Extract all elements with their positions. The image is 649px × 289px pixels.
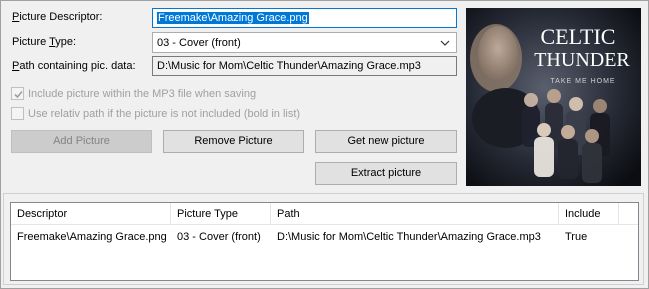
checkmark-icon bbox=[14, 90, 23, 99]
row-include: True bbox=[565, 231, 588, 243]
row-descriptor: Freemake\Amazing Grace.png bbox=[17, 231, 167, 243]
checkbox-relative-box bbox=[11, 107, 24, 120]
column-header-include[interactable]: Include bbox=[559, 203, 619, 225]
relative-path-checkbox[interactable]: Use relativ path if the picture is not i… bbox=[11, 107, 300, 121]
picture-type-label: Picture Type: bbox=[12, 36, 77, 48]
cover-subtitle: TAKE ME HOME bbox=[550, 78, 615, 85]
extract-picture-button[interactable]: Extract picture bbox=[315, 162, 457, 185]
path-label: Path containing pic. data: bbox=[12, 60, 136, 72]
list-row[interactable]: Freemake\Amazing Grace.png 03 - Cover (f… bbox=[11, 229, 638, 246]
row-picture-type: 03 - Cover (front) bbox=[177, 231, 261, 243]
include-in-mp3-label: Include picture within the MP3 file when… bbox=[28, 88, 257, 100]
add-picture-button[interactable]: Add Picture bbox=[11, 130, 152, 153]
relative-path-label: Use relativ path if the picture is not i… bbox=[28, 108, 301, 120]
chevron-down-icon bbox=[440, 40, 450, 46]
cover-art-image: CELTIC THUNDER TAKE ME HOME bbox=[466, 8, 641, 186]
remove-picture-button[interactable]: Remove Picture bbox=[163, 130, 304, 153]
picture-descriptor-input[interactable]: Freemake\Amazing Grace.png bbox=[152, 8, 457, 28]
picture-list[interactable]: Descriptor Picture Type Path Include Fre… bbox=[10, 202, 639, 281]
picture-type-value: 03 - Cover (front) bbox=[157, 37, 241, 49]
picture-descriptor-label: Picture Descriptor: bbox=[12, 11, 103, 23]
include-in-mp3-checkbox[interactable]: Include picture within the MP3 file when… bbox=[11, 87, 256, 101]
list-header: Descriptor Picture Type Path Include bbox=[11, 203, 638, 225]
path-field[interactable]: D:\Music for Mom\Celtic Thunder\Amazing … bbox=[152, 56, 457, 76]
picture-type-select[interactable]: 03 - Cover (front) bbox=[152, 32, 457, 53]
cover-title-line2: THUNDER bbox=[534, 49, 630, 71]
checkbox-include-box bbox=[11, 87, 24, 100]
path-value: D:\Music for Mom\Celtic Thunder\Amazing … bbox=[157, 60, 421, 72]
column-header-picture-type[interactable]: Picture Type bbox=[171, 203, 271, 225]
picture-descriptor-value: Freemake\Amazing Grace.png bbox=[157, 12, 309, 24]
column-header-path[interactable]: Path bbox=[271, 203, 559, 225]
cover-title-line1: CELTIC bbox=[541, 24, 616, 49]
column-header-descriptor[interactable]: Descriptor bbox=[11, 203, 171, 225]
get-new-picture-button[interactable]: Get new picture bbox=[315, 130, 457, 153]
row-path: D:\Music for Mom\Celtic Thunder\Amazing … bbox=[277, 231, 541, 243]
